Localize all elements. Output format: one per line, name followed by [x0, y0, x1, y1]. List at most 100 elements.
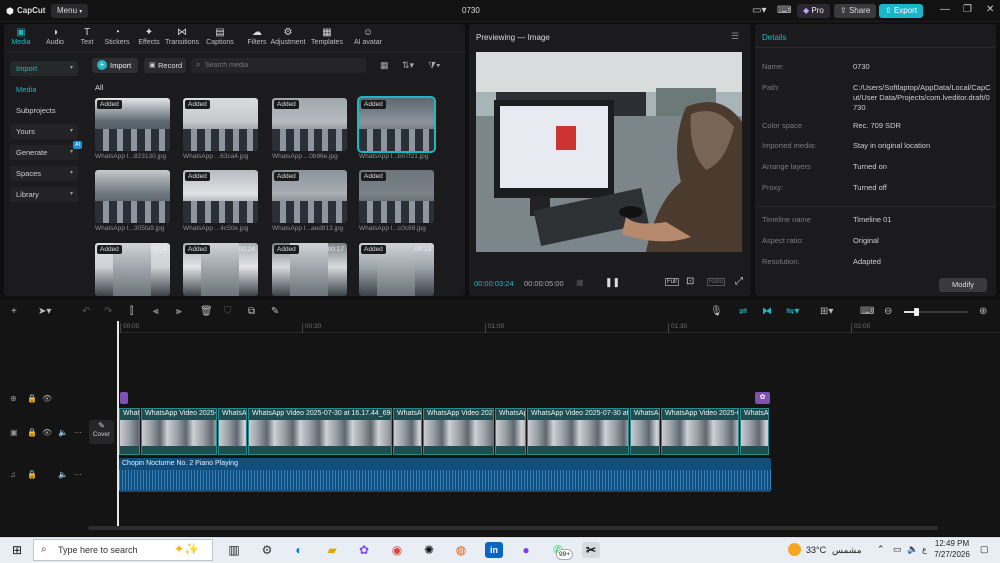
copilot-icon[interactable]: ✿ [355, 542, 373, 558]
cover-button[interactable]: ✎ Cover [89, 420, 114, 444]
edge-icon[interactable]: ◐ [290, 542, 308, 558]
split-right-icon[interactable]: ⫸ [176, 307, 182, 317]
media-thumbnail[interactable]: Added [272, 98, 347, 151]
zoom-out-icon[interactable]: ⊖ [884, 307, 892, 317]
video-clip[interactable]: WhatsApp Video 2025-07-30 at [527, 408, 629, 455]
tool-media[interactable]: ▣ Media [4, 26, 38, 46]
sidebar-item-import[interactable]: Import ▾ [10, 61, 78, 76]
zoom-in-icon[interactable]: ⊕ [979, 307, 987, 317]
volume-icon[interactable]: 🔈 [58, 428, 68, 437]
canva-icon[interactable]: ● [517, 542, 535, 558]
file-explorer-icon[interactable]: ▰ [323, 542, 341, 558]
fullscreen-icon[interactable]: ⤢ [735, 276, 743, 287]
audio-clip[interactable]: Chopin Nocturne No. 2 Piano Playing [119, 458, 771, 492]
sidebar-item-library[interactable]: Library ▾ [10, 187, 78, 202]
weather-text[interactable]: مشمس [832, 545, 862, 556]
magnet-icon[interactable]: ⧓ [762, 307, 772, 317]
effect-marker[interactable]: ✿ [755, 392, 770, 404]
settings-gear-icon[interactable]: ⚙ [258, 542, 276, 558]
linkedin-icon[interactable]: in [485, 542, 503, 558]
video-clip[interactable]: What [119, 408, 140, 455]
volume-icon[interactable]: 🔈 [907, 544, 918, 555]
shield-icon[interactable]: ⛉ [224, 307, 232, 317]
snap-icon[interactable]: ⇋▾ [786, 307, 799, 317]
tool-templates[interactable]: ▦ Templates [310, 26, 344, 46]
more-icon[interactable]: ⋯ [74, 428, 82, 437]
caption-icon[interactable]: ⌨ [860, 307, 874, 317]
ratio-button[interactable]: Ratio [707, 278, 726, 286]
split-left-icon[interactable]: ⫷ [153, 307, 159, 317]
filter-all-tab[interactable]: All [95, 83, 103, 92]
delete-icon[interactable]: 🗑 [200, 307, 213, 317]
video-clip[interactable]: WhatsAp [393, 408, 422, 455]
media-thumbnail[interactable]: Added [359, 170, 434, 223]
weather-temp[interactable]: 33°C [806, 545, 826, 555]
close-icon[interactable]: ✕ [986, 4, 994, 15]
grid-view-icon[interactable]: ▦ [380, 60, 389, 71]
hamburger-icon[interactable]: ☰ [731, 31, 739, 42]
layout-icon[interactable]: ▭▾ [752, 5, 766, 16]
tool-text[interactable]: T Text [70, 26, 104, 46]
lock-icon[interactable]: 🔒 [27, 428, 37, 437]
clock-date[interactable]: 7/27/2026 [928, 550, 976, 559]
undo-icon[interactable]: ↶ [82, 307, 90, 317]
video-clip[interactable]: WhatsAp [218, 408, 247, 455]
pause-icon[interactable]: ❚❚ [605, 277, 620, 288]
clock-time[interactable]: 12:49 PM [932, 539, 972, 548]
minimize-icon[interactable]: — [940, 4, 950, 15]
media-thumbnail[interactable]: Added 00:17 [272, 243, 347, 296]
tool-ai-avatar[interactable]: ☺ AI avatar [348, 26, 388, 46]
video-clip[interactable]: WhatsApp Video 2025 [423, 408, 494, 455]
redo-icon[interactable]: ↷ [104, 307, 112, 317]
lock-icon[interactable]: 🔒 [27, 470, 37, 479]
notification-icon[interactable]: ▢ [980, 544, 989, 555]
microphone-icon[interactable]: 🎙 [710, 307, 723, 317]
media-thumbnail[interactable]: Added [272, 170, 347, 223]
tool-adjustment[interactable]: ⚙ Adjustment [268, 26, 308, 46]
restore-icon[interactable]: ❐ [963, 4, 972, 15]
tool-effects[interactable]: ✦ Effects [132, 26, 166, 46]
timeline-scrollbar[interactable] [88, 526, 938, 530]
zoom-fit-icon[interactable]: ⊡ [686, 276, 694, 287]
chevron-up-icon[interactable]: ⌃ [877, 544, 885, 555]
preview-axis-icon[interactable]: ⊞▾ [820, 307, 833, 317]
export-button[interactable]: ⇧ Export [879, 4, 924, 18]
freeze-icon[interactable]: ✎ [271, 307, 279, 317]
media-thumbnail[interactable] [95, 170, 170, 223]
firefox-icon[interactable]: ◍ [452, 542, 470, 558]
video-clip[interactable]: WhatsApp Video 2025-0 [661, 408, 739, 455]
effect-marker[interactable] [120, 392, 128, 404]
full-quality-button[interactable]: Full [665, 278, 679, 286]
task-view-icon[interactable]: ▥ [225, 542, 243, 558]
capcut-taskbar-icon[interactable]: ✂ [582, 542, 600, 558]
sidebar-item-generate[interactable]: Generate ▾ AI [10, 141, 82, 160]
volume-icon[interactable]: 🔈 [58, 470, 68, 479]
tool-transitions[interactable]: ⋈ Transitions [165, 26, 199, 46]
video-clip[interactable]: WhatsAp [495, 408, 526, 455]
media-thumbnail[interactable]: Added [357, 96, 436, 153]
sidebar-item-spaces[interactable]: Spaces ▾ [10, 166, 78, 181]
timecode-icon[interactable]: ▦ [576, 278, 584, 287]
modify-button[interactable]: Modify [939, 278, 987, 292]
keyboard-icon[interactable]: ⌨ [777, 5, 791, 16]
search-input[interactable] [205, 60, 360, 71]
eye-icon[interactable]: 👁 [42, 428, 52, 437]
pro-button[interactable]: ◆ Pro [797, 4, 830, 18]
link-clips-icon[interactable]: ⇌ [739, 307, 747, 317]
video-clip[interactable]: WhatsApp Video 2025-0 [141, 408, 217, 455]
zoom-slider-handle[interactable] [914, 308, 919, 316]
tool-audio[interactable]: ◑ Audio [38, 26, 72, 46]
add-track-icon[interactable]: + [11, 307, 17, 317]
video-clip[interactable]: WhatsAp [740, 408, 769, 455]
media-thumbnail[interactable]: Added 00:14 [95, 243, 170, 296]
search-media[interactable]: ⌕ [191, 58, 366, 73]
language-icon[interactable]: ع [922, 545, 927, 554]
menu-button[interactable]: Menu ▾ [51, 4, 89, 18]
media-thumbnail[interactable]: Added 00:24 [183, 243, 258, 296]
sidebar-item-media[interactable]: Media [10, 82, 78, 97]
filter-icon[interactable]: ⧩▾ [428, 60, 440, 71]
import-button[interactable]: + Import [92, 58, 138, 73]
chatgpt-icon[interactable]: ✺ [420, 542, 438, 558]
sort-icon[interactable]: ⇅▾ [402, 60, 414, 71]
split-icon[interactable]: ⫿ [130, 307, 133, 317]
